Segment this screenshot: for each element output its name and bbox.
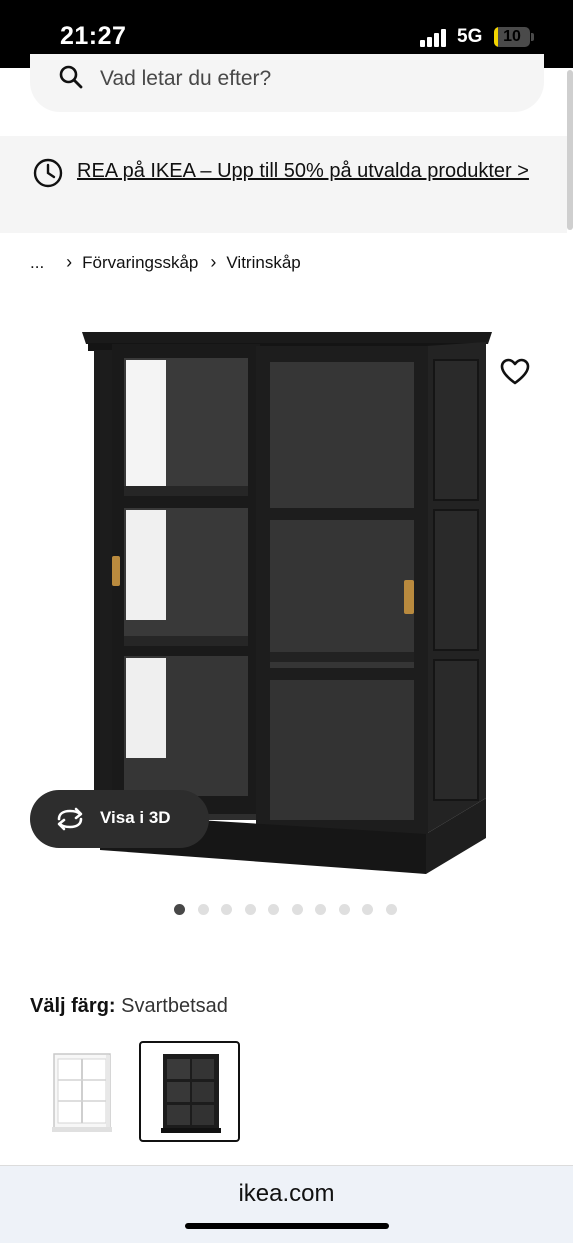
heart-outline-icon[interactable] [500, 357, 530, 387]
carousel-dot[interactable] [291, 904, 303, 915]
carousel-dot[interactable] [244, 904, 256, 915]
rotate-icon [57, 807, 83, 831]
carousel-dot[interactable] [221, 904, 232, 915]
breadcrumb-separator: › [66, 252, 73, 272]
battery-icon: 10 [494, 27, 530, 47]
status-time: 21:27 [60, 22, 127, 50]
search-icon [59, 65, 83, 89]
carousel-dot[interactable] [362, 904, 373, 915]
breadcrumb-ellipsis[interactable]: ... [30, 253, 44, 273]
clock-icon [33, 158, 63, 188]
carousel-dot[interactable] [197, 904, 209, 915]
battery-tip [531, 33, 534, 41]
image-carousel-dots[interactable] [174, 904, 409, 915]
view-in-3d-button[interactable]: Visa i 3D [30, 790, 209, 848]
view-in-3d-label: Visa i 3D [100, 808, 171, 827]
breadcrumb-item-vitrinskap[interactable]: Vitrinskåp [226, 253, 300, 273]
breadcrumb: ... › Förvaringsskåp › Vitrinskåp [30, 252, 301, 273]
color-swatch-white[interactable] [38, 1041, 139, 1142]
promo-link[interactable]: REA på IKEA – Upp till 50% på utvalda pr… [77, 155, 547, 187]
carousel-dot[interactable] [315, 904, 326, 915]
color-selected-value: Svartbetsad [121, 995, 228, 1017]
color-selection-label: Välj färg: Svartbetsad [30, 995, 228, 1018]
color-label: Välj färg: [30, 995, 116, 1017]
browser-address-bar[interactable]: ikea.com [0, 1165, 573, 1243]
signal-icon [420, 29, 450, 47]
search-input[interactable]: Vad letar du efter? [100, 67, 271, 91]
network-type: 5G [457, 26, 483, 47]
carousel-dot[interactable] [174, 904, 185, 915]
battery-percent: 10 [503, 28, 521, 45]
breadcrumb-item-forvaringsskap[interactable]: Förvaringsskåp [82, 253, 198, 273]
scrollbar[interactable] [567, 70, 573, 230]
breadcrumb-separator: › [210, 252, 217, 272]
home-indicator[interactable] [185, 1223, 389, 1229]
color-swatch-black-brown[interactable] [139, 1041, 240, 1142]
search-bar[interactable]: Vad letar du efter? [30, 54, 544, 112]
carousel-dot[interactable] [338, 904, 350, 915]
carousel-dot[interactable] [385, 904, 397, 915]
promo-banner[interactable]: REA på IKEA – Upp till 50% på utvalda pr… [0, 136, 567, 233]
carousel-dot[interactable] [268, 904, 279, 915]
url-text[interactable]: ikea.com [0, 1180, 573, 1208]
